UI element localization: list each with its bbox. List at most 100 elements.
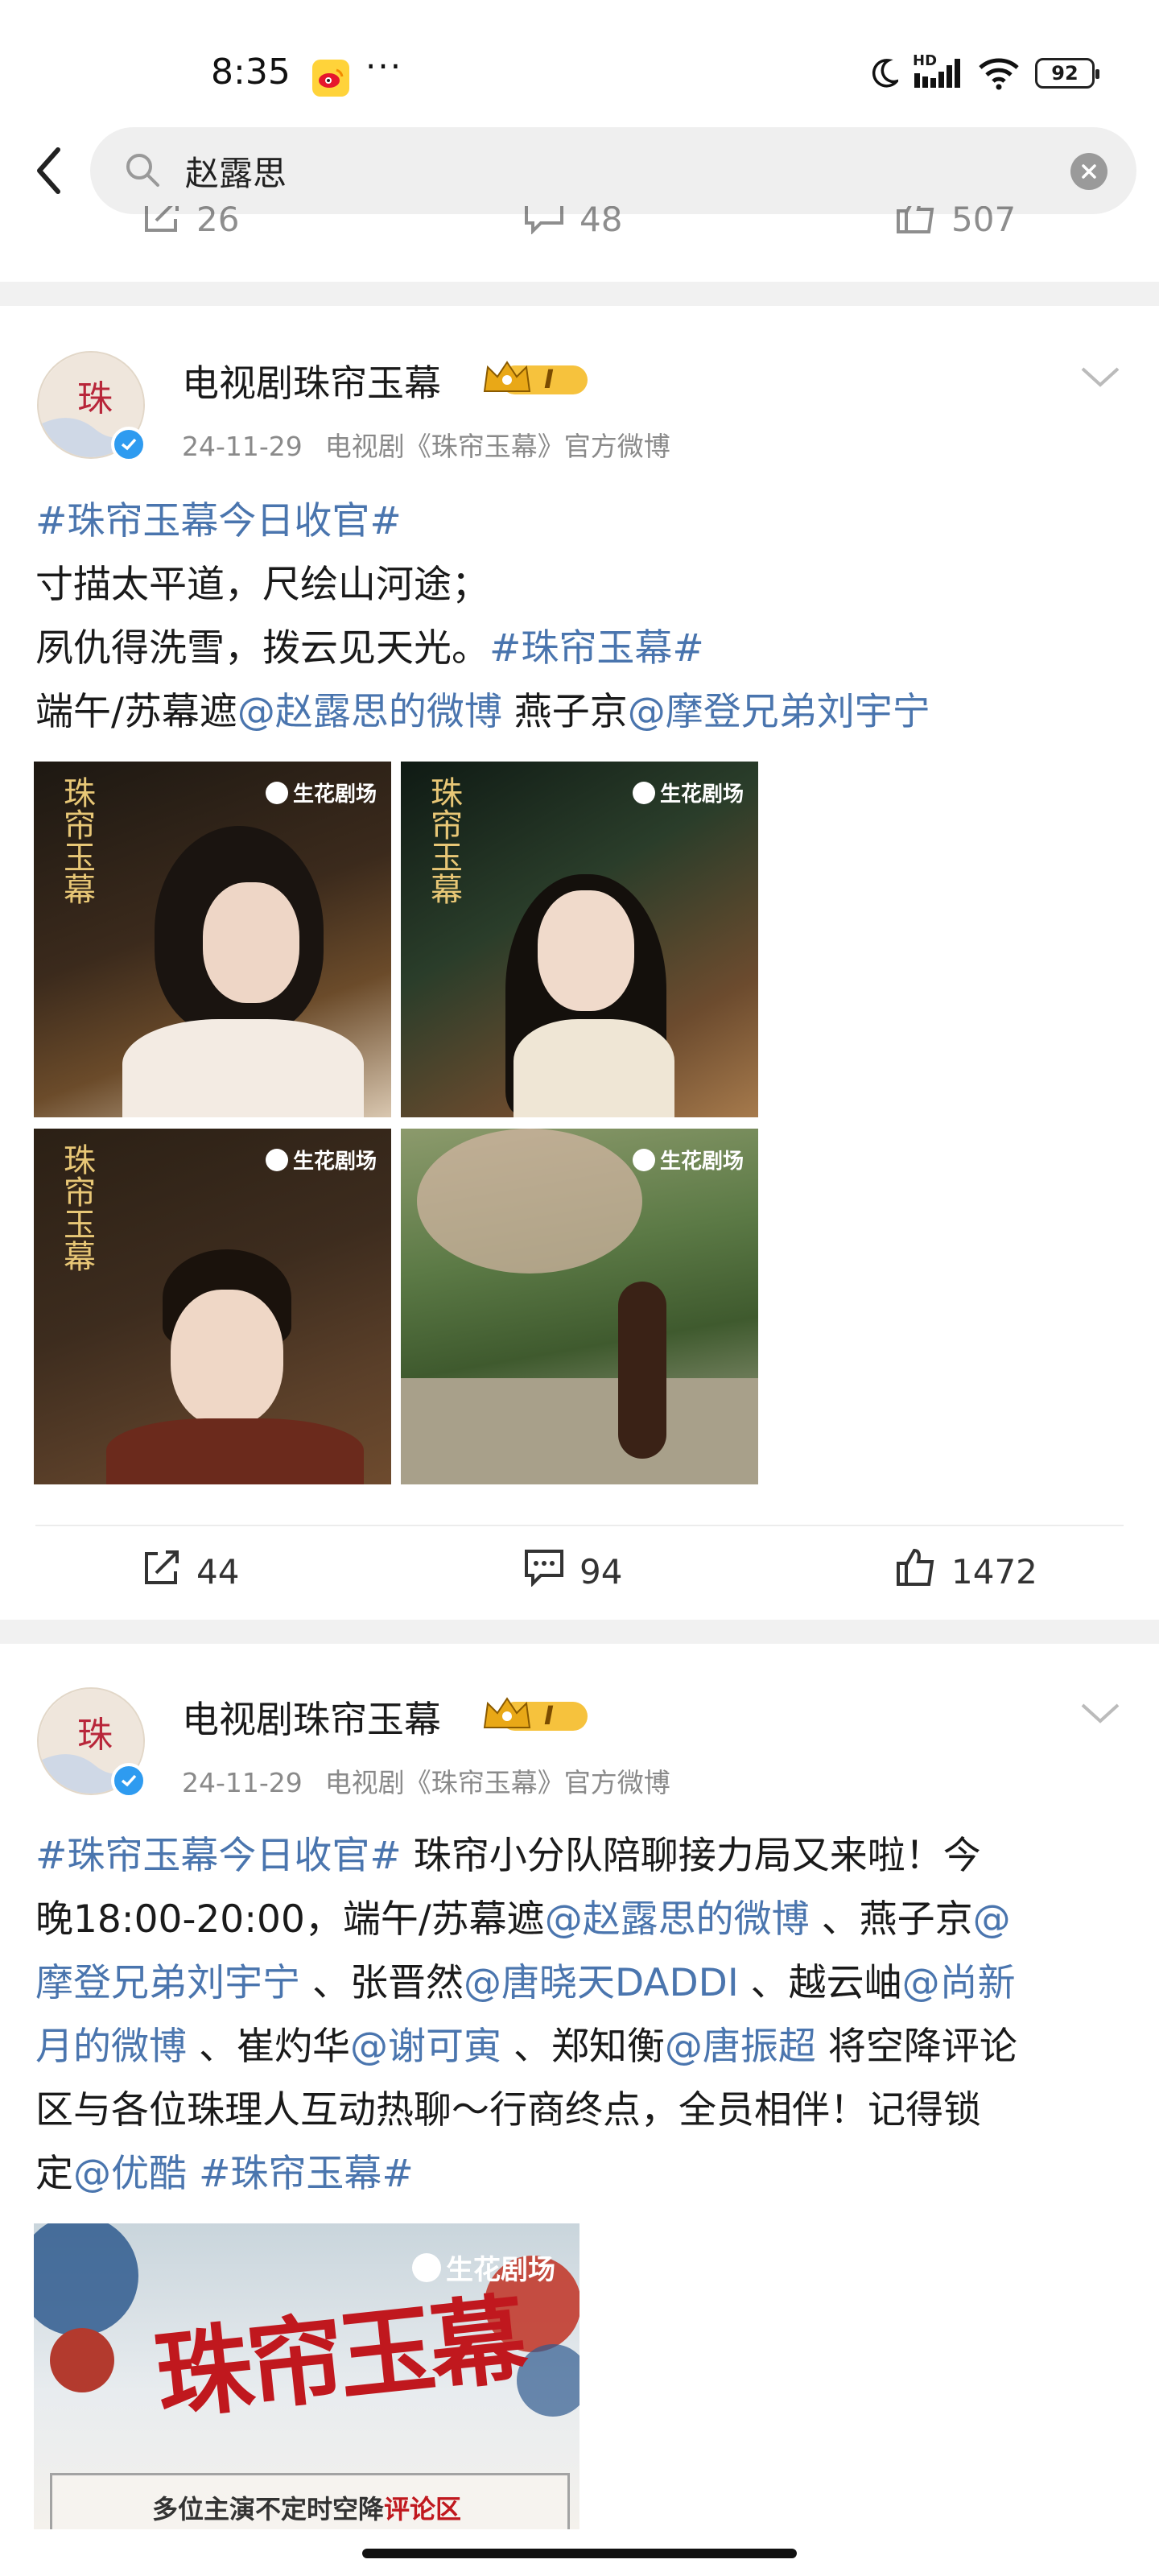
watermark: 生花剧场 bbox=[632, 778, 744, 807]
author-name[interactable]: 电视剧珠帘玉幕 bbox=[182, 354, 441, 407]
search-input[interactable]: 赵露思 bbox=[185, 147, 287, 196]
prev-post-actions: 26 48 507 bbox=[0, 206, 1159, 254]
text-segment: 定 bbox=[35, 2152, 73, 2196]
text-segment: 、崔灼华 bbox=[187, 2025, 350, 2069]
watermark: 生花剧场 bbox=[265, 1145, 377, 1174]
mention-link[interactable]: @优酷 bbox=[73, 2152, 187, 2196]
text-segment: 、燕子京 bbox=[809, 1897, 973, 1942]
post-image[interactable]: 珠帘玉幕 生花剧场 多位主演不定时空降评论区 bbox=[34, 2223, 580, 2529]
text-line: 寸描太平道，尺绘山河途； bbox=[35, 553, 1124, 617]
text-segment: 珠帘小分队陪聊接力局又来啦！今 bbox=[401, 1834, 981, 1878]
post-date: 24-11-29 bbox=[182, 431, 303, 462]
member-badge: I bbox=[481, 1695, 594, 1737]
verified-icon bbox=[111, 1763, 146, 1798]
wifi-icon bbox=[979, 58, 1019, 90]
share-button[interactable]: 26 bbox=[142, 206, 239, 251]
clear-search-button[interactable] bbox=[1070, 153, 1107, 190]
comment-icon bbox=[523, 206, 565, 242]
poster-caption: 多位主演不定时空降评论区 bbox=[151, 2494, 462, 2524]
mention-link[interactable]: #珠帘玉幕# bbox=[199, 2152, 414, 2196]
share-button[interactable]: 44 bbox=[142, 1539, 239, 1604]
thumbs-up-icon bbox=[895, 1547, 937, 1596]
status-more-dots: ··· bbox=[365, 47, 403, 86]
author-name[interactable]: 电视剧珠帘玉幕 bbox=[182, 1690, 441, 1744]
text-segment: 区与各位珠理人互动热聊～行商终点，全员相伴！记得锁 bbox=[35, 2088, 981, 2132]
text-segment: 端午/苏幕遮 bbox=[35, 690, 237, 734]
post-date: 24-11-29 bbox=[182, 1767, 303, 1798]
text-line: 夙仇得洗雪，拨云见天光。#珠帘玉幕# bbox=[35, 617, 1124, 680]
post-image[interactable]: 生花剧场 bbox=[401, 1129, 758, 1484]
text-segment: 、越云岫 bbox=[738, 1961, 902, 2005]
post-image[interactable]: 珠帘玉幕 生花剧场 bbox=[401, 762, 758, 1117]
text-segment: 、郑知衡 bbox=[501, 2025, 665, 2069]
svg-text:珠: 珠 bbox=[77, 1715, 113, 1756]
mention-link[interactable]: @摩登兄弟刘宇宁 bbox=[628, 690, 930, 734]
weibo-notification-icon bbox=[312, 60, 349, 97]
text-line: #珠帘玉幕今日收官# 珠帘小分队陪聊接力局又来啦！今 bbox=[35, 1824, 1124, 1888]
chevron-down-icon bbox=[1081, 1703, 1120, 1724]
post-text: #珠帘玉幕今日收官# 寸描太平道，尺绘山河途； 夙仇得洗雪，拨云见天光。#珠帘玉幕#… bbox=[35, 489, 1124, 744]
text-segment: 晚18:00-20:00，端午/苏幕遮 bbox=[35, 1897, 545, 1942]
search-field[interactable]: 赵露思 bbox=[90, 127, 1136, 214]
search-icon bbox=[124, 151, 161, 192]
signal-icon: HD bbox=[913, 52, 963, 91]
mention-link[interactable]: @赵露思的微博 bbox=[545, 1897, 810, 1942]
mention-link[interactable]: 月的微博 bbox=[35, 2025, 187, 2069]
post-source: 电视剧《珠帘玉幕》官方微博 bbox=[324, 1767, 670, 1798]
post-image[interactable]: 珠帘玉幕 生花剧场 bbox=[34, 762, 391, 1117]
verified-icon bbox=[111, 427, 146, 462]
poster-title: 珠帘玉幕 bbox=[150, 2282, 528, 2434]
post-image[interactable]: 珠帘玉幕 生花剧场 bbox=[34, 1129, 391, 1484]
mention-link[interactable]: @谢可寅 bbox=[350, 2025, 501, 2069]
mention-link[interactable]: @唐晓天DADDI bbox=[464, 1961, 739, 2005]
post-menu-button[interactable] bbox=[1080, 365, 1120, 393]
post-meta: 24-11-29 电视剧《珠帘玉幕》官方微博 bbox=[182, 1761, 670, 1800]
comment-button[interactable]: 48 bbox=[523, 206, 622, 251]
like-button[interactable]: 507 bbox=[895, 206, 1016, 251]
post-actions: 44 94 1472 bbox=[0, 1539, 1159, 1604]
text-line: 晚18:00-20:00，端午/苏幕遮@赵露思的微博 、燕子京@ bbox=[35, 1888, 1124, 1951]
do-not-disturb-icon bbox=[872, 59, 898, 88]
watermark: 生花剧场 bbox=[412, 2248, 555, 2287]
text-segment: 将空降评论 bbox=[815, 2025, 1017, 2069]
text-line: 区与各位珠理人互动热聊～行商终点，全员相伴！记得锁 bbox=[35, 2079, 1124, 2142]
home-indicator[interactable] bbox=[362, 2549, 797, 2558]
feed-divider bbox=[0, 282, 1159, 306]
status-icons: HD 92 bbox=[868, 52, 1099, 93]
mention-link[interactable]: #珠帘玉幕今日收官# bbox=[35, 1834, 402, 1878]
mention-link[interactable]: @尚新 bbox=[902, 1961, 1016, 2005]
comment-button[interactable]: 94 bbox=[523, 1539, 622, 1604]
mention-link[interactable]: @ bbox=[973, 1897, 1011, 1942]
chevron-left-icon bbox=[37, 147, 60, 194]
comment-icon bbox=[523, 1548, 565, 1595]
mention-link[interactable]: 摩登兄弟刘宇宁 bbox=[35, 1961, 300, 2005]
post-source: 电视剧《珠帘玉幕》官方微博 bbox=[324, 431, 670, 462]
text-segment: 夙仇得洗雪，拨云见天光。 bbox=[35, 626, 489, 671]
post-text: #珠帘玉幕今日收官# 珠帘小分队陪聊接力局又来啦！今 晚18:00-20:00，端… bbox=[35, 1824, 1124, 2206]
watermark: 生花剧场 bbox=[632, 1145, 744, 1174]
text-line: 月的微博 、崔灼华@谢可寅 、郑知衡@唐振超 将空降评论 bbox=[35, 2015, 1124, 2079]
text-line: 端午/苏幕遮@赵露思的微博 燕子京@摩登兄弟刘宇宁 bbox=[35, 680, 1124, 744]
post-meta: 24-11-29 电视剧《珠帘玉幕》官方微博 bbox=[182, 425, 670, 464]
divider bbox=[35, 1525, 1124, 1526]
mention-link[interactable]: @唐振超 bbox=[665, 2025, 816, 2069]
text-segment: 、张晋然 bbox=[300, 1961, 464, 2005]
share-icon bbox=[142, 1547, 182, 1596]
text-segment: 燕子京 bbox=[501, 690, 628, 734]
mention-link[interactable]: @赵露思的微博 bbox=[237, 690, 502, 734]
like-button[interactable]: 1472 bbox=[895, 1539, 1037, 1604]
mention-link[interactable]: #珠帘玉幕# bbox=[489, 626, 704, 671]
watermark: 生花剧场 bbox=[265, 778, 377, 807]
status-time: 8:35 bbox=[211, 52, 291, 93]
post-menu-button[interactable] bbox=[1080, 1702, 1120, 1729]
text-segment bbox=[187, 2152, 199, 2196]
back-button[interactable] bbox=[24, 138, 72, 203]
mention-link[interactable]: #珠帘玉幕今日收官# bbox=[35, 499, 402, 543]
text-line: #珠帘玉幕今日收官# bbox=[35, 489, 1124, 553]
close-icon bbox=[1082, 164, 1096, 179]
thumbs-up-icon bbox=[895, 206, 937, 243]
chevron-down-icon bbox=[1081, 367, 1120, 387]
share-icon bbox=[142, 206, 182, 243]
text-line: 摩登兄弟刘宇宁 、张晋然@唐晓天DADDI 、越云岫@尚新 bbox=[35, 1951, 1124, 2015]
feed-divider bbox=[0, 1620, 1159, 1644]
